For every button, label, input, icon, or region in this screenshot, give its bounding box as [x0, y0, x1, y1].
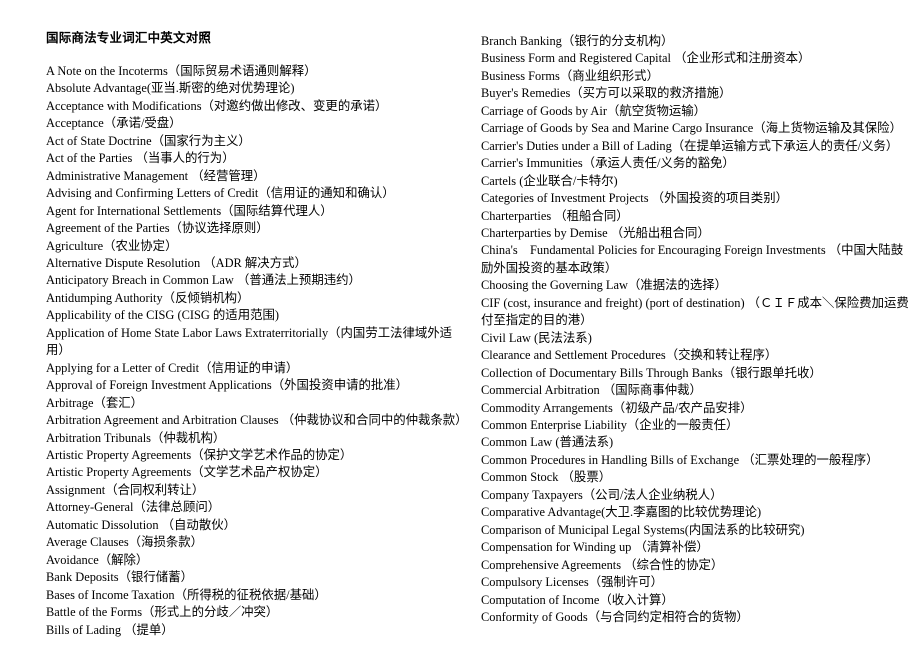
glossary-entry: Battle of the Forms（形式上的分歧／冲突）	[46, 605, 279, 620]
glossary-entry: Compensation for Winding up （清算补偿）	[481, 540, 709, 555]
glossary-entry: Business Form and Registered Capital （企业…	[481, 51, 811, 66]
glossary-entry: Commercial Arbitration （国际商事仲裁）	[481, 383, 702, 398]
glossary-entry: Commodity Arrangements（初级产品/农产品安排）	[481, 400, 753, 415]
glossary-entry: Civil Law (民法法系)	[481, 330, 592, 345]
glossary-entry: Charterparties by Demise （光船出租合同）	[481, 225, 710, 240]
glossary-entry: Buyer's Remedies（买方可以采取的救济措施）	[481, 86, 732, 101]
glossary-entry: Computation of Income（收入计算）	[481, 592, 674, 607]
glossary-entry: Collection of Documentary Bills Through …	[481, 365, 822, 380]
glossary-entry-list-right: Branch Banking（银行的分支机构） Business Form and…	[481, 33, 909, 626]
glossary-entry: Company Taxpayers（公司/法人企业纳税人）	[481, 487, 723, 502]
glossary-entry: Clearance and Settlement Procedures（交换和转…	[481, 348, 778, 363]
glossary-entry: Attorney-General（法律总顾问）	[46, 500, 221, 515]
glossary-entry: Compulsory Licenses（强制许可）	[481, 575, 664, 590]
glossary-entry: Advising and Confirming Letters of Credi…	[46, 186, 395, 201]
glossary-entry: Common Procedures in Handling Bills of E…	[481, 452, 879, 467]
glossary-entry: Applicability of the CISG (CISG 的适用范围)	[46, 308, 279, 323]
glossary-entry: Comparison of Municipal Legal Systems(内国…	[481, 522, 805, 537]
glossary-entry: Assignment（合同权利转让）	[46, 482, 205, 497]
glossary-entry: Artistic Property Agreements（保护文学艺术作品的协定…	[46, 447, 353, 462]
glossary-entry: Acceptance with Modifications（对邀约做出修改、变更…	[46, 98, 388, 113]
glossary-entry: Act of State Doctrine（国家行为主义）	[46, 133, 251, 148]
glossary-entry: Agreement of the Parties（协议选择原则）	[46, 221, 269, 236]
glossary-entry: Absolute Advantage(亚当.斯密的绝对优势理论)	[46, 81, 295, 96]
glossary-entry: Business Forms（商业组织形式）	[481, 68, 659, 83]
glossary-entry: Bases of Income Taxation（所得税的征税依据/基础）	[46, 587, 327, 602]
glossary-entry: Applying for a Letter of Credit（信用证的申请）	[46, 360, 299, 375]
glossary-entry: Arbitrage（套汇）	[46, 395, 144, 410]
glossary-entry: Conformity of Goods（与合同约定相符合的货物）	[481, 609, 749, 624]
glossary-entry: Approval of Foreign Investment Applicati…	[46, 378, 409, 393]
glossary-entry: Bank Deposits（银行储蓄）	[46, 570, 193, 585]
glossary-entry: Agent for International Settlements（国际结算…	[46, 203, 333, 218]
glossary-entry: Agriculture（农业协定）	[46, 238, 178, 253]
glossary-entry: Cartels (企业联合/卡特尔)	[481, 173, 618, 188]
glossary-entry: Carrier's Immunities（承运人责任/义务的豁免）	[481, 156, 735, 171]
glossary-entry: Common Law (普通法系)	[481, 435, 614, 450]
glossary-entry: Choosing the Governing Law（准据法的选择）	[481, 278, 728, 293]
glossary-entry: CIF (cost, insurance and freight) (port …	[481, 295, 909, 328]
glossary-entry: Arbitration Tribunals（仲裁机构）	[46, 430, 226, 445]
glossary-entry: Alternative Dispute Resolution （ADR 解决方式…	[46, 255, 307, 270]
glossary-entry: Avoidance（解除）	[46, 552, 149, 567]
glossary-entry: Comprehensive Agreements （综合性的协定）	[481, 557, 724, 572]
glossary-entry: Automatic Dissolution （自动散伙）	[46, 517, 236, 532]
glossary-entry: Categories of Investment Projects （外国投资的…	[481, 191, 788, 206]
document-page: 国际商法专业词汇中英文对照 A Note on the Incoterms（国际…	[0, 0, 920, 651]
glossary-entry: Anticipatory Breach in Common Law （普通法上预…	[46, 273, 361, 288]
glossary-entry: Comparative Advantage(大卫.李嘉图的比较优势理论)	[481, 505, 762, 520]
glossary-entry: Carriage of Goods by Air（航空货物运输）	[481, 103, 707, 118]
glossary-entry: Average Clauses（海损条款）	[46, 535, 204, 550]
glossary-entry: China's Fundamental Policies for Encoura…	[481, 243, 904, 275]
glossary-entry: Carriage of Goods by Sea and Marine Carg…	[481, 121, 902, 136]
glossary-entry: Administrative Management （经营管理）	[46, 168, 266, 183]
glossary-entry: Arbitration Agreement and Arbitration Cl…	[46, 413, 468, 428]
glossary-entry: Antidumping Authority（反倾销机构）	[46, 290, 250, 305]
glossary-entry: Act of the Parties （当事人的行为）	[46, 151, 235, 166]
glossary-entry: Charterparties （租船合同）	[481, 208, 629, 223]
glossary-entry-list-left: A Note on the Incoterms（国际贸易术语通则解释） Absol…	[46, 63, 468, 639]
page-title: 国际商法专业词汇中英文对照	[46, 31, 212, 45]
glossary-entry: Application of Home State Labor Laws Ext…	[46, 325, 453, 358]
glossary-entry: Carrier's Duties under a Bill of Lading（…	[481, 138, 899, 153]
glossary-entry: Artistic Property Agreements（文学艺术品产权协定）	[46, 465, 328, 480]
glossary-entry: Common Stock （股票）	[481, 470, 612, 485]
glossary-entry: Bills of Lading （提单）	[46, 622, 174, 637]
glossary-entry: A Note on the Incoterms（国际贸易术语通则解释）	[46, 64, 317, 78]
glossary-entry: Branch Banking（银行的分支机构）	[481, 34, 674, 48]
glossary-entry: Common Enterprise Liability（企业的一般责任）	[481, 417, 739, 432]
glossary-entry: Acceptance（承诺/受盘）	[46, 116, 182, 131]
